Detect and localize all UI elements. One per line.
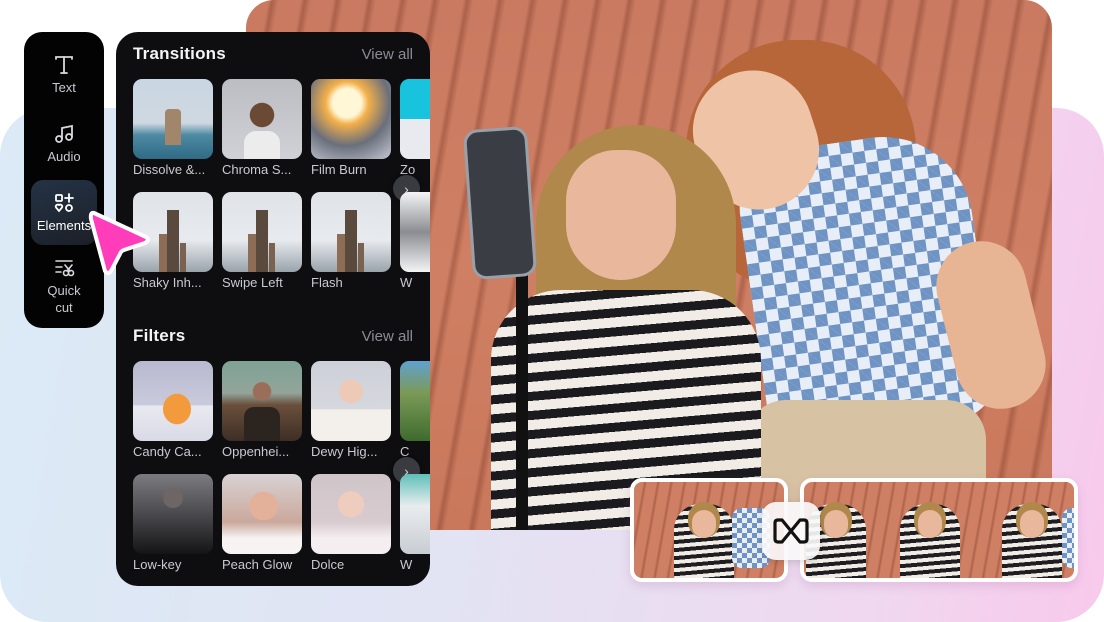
transition-card[interactable]: W: [400, 192, 430, 290]
tool-audio[interactable]: Audio: [31, 111, 97, 176]
card-label: Dewy Hig...: [311, 444, 378, 459]
tool-label: Audio: [47, 148, 81, 164]
quick-cut-icon: [53, 257, 75, 279]
clip-frame-detail: [1020, 510, 1044, 538]
filter-card[interactable]: W: [400, 474, 430, 572]
thumbnail: [222, 361, 302, 441]
card-label: Candy Ca...: [133, 444, 202, 459]
card-label: W: [400, 275, 413, 290]
thumbnail: [311, 192, 391, 272]
thumbnail: [222, 79, 302, 159]
section-title-filters: Filters: [133, 326, 186, 345]
card-label: Oppenhei...: [222, 444, 290, 459]
thumbnail: [133, 474, 213, 554]
clip-transition-button[interactable]: [762, 502, 820, 560]
card-label: Film Burn: [311, 162, 367, 177]
filters-view-all-link[interactable]: View all: [362, 328, 413, 345]
thumbnail: [311, 474, 391, 554]
card-label: Dissolve &...: [133, 162, 206, 177]
filters-row-1: Candy Ca... Oppenhei... Dewy Hig... C: [133, 361, 430, 471]
transition-card[interactable]: Swipe Left: [222, 192, 302, 290]
card-label: Peach Glow: [222, 557, 293, 572]
clip-frame-detail: [824, 510, 848, 538]
thumbnail: [222, 192, 302, 272]
thumbnail: [311, 79, 391, 159]
card-label: Dolce: [311, 557, 345, 572]
timeline-clip-2[interactable]: [800, 478, 1078, 582]
transitions-header: Transitions View all: [133, 44, 413, 64]
tool-label: Elements: [36, 217, 92, 233]
filter-card[interactable]: Peach Glow: [222, 474, 302, 572]
photo-detail: [462, 125, 538, 281]
filter-card[interactable]: Dewy Hig...: [311, 361, 391, 459]
filters-header: Filters View all: [133, 326, 413, 346]
infinity-transition-icon: [773, 518, 809, 544]
thumbnail: [400, 79, 430, 159]
thumbnail: [133, 79, 213, 159]
photo-detail: [566, 150, 676, 280]
section-title-transitions: Transitions: [133, 44, 226, 63]
transition-card[interactable]: Zo: [400, 79, 430, 177]
card-label: Flash: [311, 275, 343, 290]
clip-frame-detail: [692, 510, 716, 538]
photo-detail: [516, 270, 528, 530]
clip-frame-detail: [918, 510, 942, 538]
tool-label: Text: [52, 79, 76, 95]
transition-card[interactable]: Flash: [311, 192, 391, 290]
filter-card[interactable]: Oppenhei...: [222, 361, 302, 459]
thumbnail: [222, 474, 302, 554]
transition-card[interactable]: Film Burn: [311, 79, 391, 177]
transitions-row-2: Shaky Inh... Swipe Left Flash W: [133, 192, 430, 302]
thumbnail: [400, 192, 430, 272]
thumbnail: [400, 361, 430, 441]
thumbnail: [133, 361, 213, 441]
filter-card[interactable]: Dolce: [311, 474, 391, 572]
transition-card[interactable]: Chroma S...: [222, 79, 302, 177]
card-label: Swipe Left: [222, 275, 283, 290]
card-label: Low-key: [133, 557, 182, 572]
elements-icon: [53, 192, 75, 214]
clip-frame-detail: [1062, 508, 1074, 568]
tool-text[interactable]: Text: [31, 42, 97, 107]
filters-row-2: Low-key Peach Glow Dolce W: [133, 474, 430, 584]
transition-card[interactable]: Dissolve &...: [133, 79, 213, 177]
card-label: Chroma S...: [222, 162, 292, 177]
filter-card[interactable]: Low-key: [133, 474, 213, 572]
tool-label-line2: cut: [55, 300, 73, 316]
music-note-icon: [53, 123, 75, 145]
filter-card[interactable]: Candy Ca...: [133, 361, 213, 459]
side-toolbar: Text Audio Elements Quick cut: [24, 32, 104, 328]
tool-label-line1: Quick: [47, 283, 81, 299]
effects-panel: Transitions View all Dissolve &... Chrom…: [116, 32, 430, 586]
thumbnail: [400, 474, 430, 554]
text-icon: [53, 54, 75, 76]
filter-card[interactable]: C: [400, 361, 430, 459]
card-label: Shaky Inh...: [133, 275, 202, 290]
transitions-row-1: Dissolve &... Chroma S... Film Burn Zo: [133, 79, 430, 189]
transitions-view-all-link[interactable]: View all: [362, 46, 413, 63]
pointer-cursor-icon: [88, 210, 150, 275]
thumbnail: [311, 361, 391, 441]
card-label: W: [400, 557, 413, 572]
